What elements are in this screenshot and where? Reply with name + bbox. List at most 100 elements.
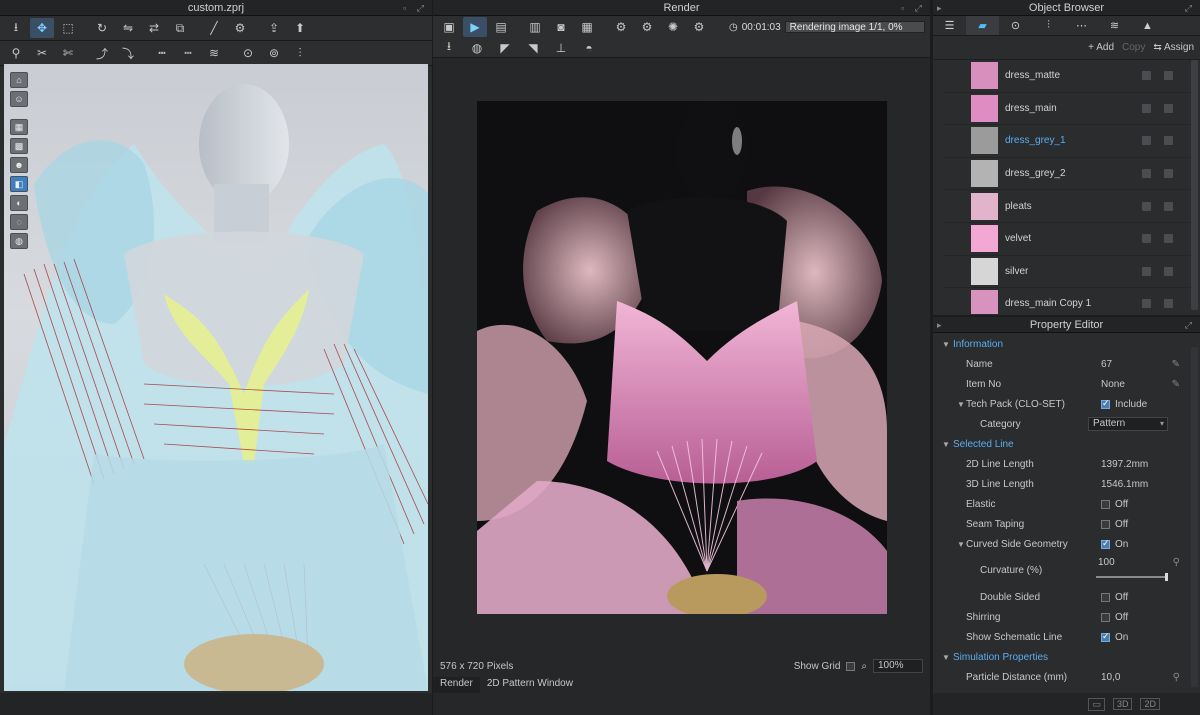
- material-lock-icon[interactable]: [1142, 266, 1151, 276]
- material-lock-icon[interactable]: [1142, 169, 1151, 179]
- render-mode-icon[interactable]: ◧: [10, 176, 28, 192]
- tab-zipper-icon[interactable]: ⫶: [1032, 16, 1065, 35]
- material-visibility-icon[interactable]: [1164, 169, 1173, 179]
- xray-icon[interactable]: ◌: [10, 214, 28, 230]
- spotlight-icon[interactable]: ◤: [493, 38, 517, 58]
- rotate-icon[interactable]: ↻: [90, 18, 114, 38]
- film-icon[interactable]: ▣: [437, 17, 461, 37]
- window-controls[interactable]: ⤢: [1185, 0, 1196, 16]
- tab-topstitch-icon[interactable]: ⋯: [1065, 16, 1098, 35]
- select-box-icon[interactable]: ⬚: [56, 18, 80, 38]
- tab-button-icon[interactable]: ⊙: [999, 16, 1032, 35]
- item-no-value[interactable]: None: [1101, 379, 1125, 390]
- image-settings-icon[interactable]: ⚙: [609, 17, 633, 37]
- name-value[interactable]: 67: [1101, 359, 1112, 370]
- window-controls[interactable]: ▫ ⤢: [403, 0, 428, 16]
- 3d-viewport[interactable]: ⌂ ☺ ▦ ▩ ☻ ◧ ◐ ◌ ◍: [4, 64, 428, 691]
- texture-icon[interactable]: ▦: [10, 119, 28, 135]
- material-row[interactable]: dress_grey_1: [943, 125, 1195, 158]
- material-visibility-icon[interactable]: [1164, 201, 1173, 211]
- material-lock-icon[interactable]: [1142, 234, 1151, 244]
- pencil-icon[interactable]: ✎: [1172, 379, 1180, 390]
- material-list-scrollbar[interactable]: [1191, 60, 1198, 310]
- zipper-icon[interactable]: ⫶: [288, 43, 312, 63]
- copy-icon[interactable]: ⧉: [168, 18, 192, 38]
- section-simulation-properties[interactable]: ▼ Simulation Properties: [933, 647, 1200, 667]
- line-tool-icon[interactable]: ╱: [202, 18, 226, 38]
- view-home-icon[interactable]: ⌂: [10, 72, 28, 88]
- shadow-icon[interactable]: ◐: [10, 195, 28, 211]
- mirror-icon[interactable]: ⇄: [142, 18, 166, 38]
- material-visibility-icon[interactable]: [1164, 71, 1173, 81]
- material-row[interactable]: dress_matte: [943, 60, 1195, 93]
- stitch2-icon[interactable]: ┉: [176, 43, 200, 63]
- expand-arrow-icon[interactable]: ▼: [957, 400, 965, 409]
- sewing-icon[interactable]: ✂: [30, 43, 54, 63]
- seam-taping-checkbox[interactable]: [1101, 519, 1110, 529]
- material-visibility-icon[interactable]: [1164, 299, 1173, 309]
- sphere-icon[interactable]: ◍: [465, 38, 489, 58]
- include-checkbox[interactable]: [1101, 398, 1110, 409]
- zoom-input[interactable]: 100%: [873, 659, 923, 673]
- curvature-slider-knob[interactable]: [1165, 573, 1168, 581]
- material-visibility-icon[interactable]: [1164, 103, 1173, 113]
- section-selected-line[interactable]: ▼ Selected Line: [933, 434, 1200, 454]
- tab-2d-pattern-window[interactable]: 2D Pattern Window: [480, 677, 580, 693]
- shirring-checkbox[interactable]: [1101, 612, 1110, 622]
- assign-button[interactable]: ⇆ Assign: [1153, 42, 1194, 53]
- material-row[interactable]: dress_main: [943, 93, 1195, 126]
- material-lock-icon[interactable]: [1142, 103, 1151, 113]
- light-settings-icon[interactable]: ✺: [661, 17, 685, 37]
- view-3d-button[interactable]: 3D: [1112, 698, 1133, 710]
- expand-arrow-icon[interactable]: ▼: [957, 540, 965, 549]
- layout-icon[interactable]: ▭: [1088, 697, 1105, 711]
- material-visibility-icon[interactable]: [1164, 136, 1173, 146]
- mesh-icon[interactable]: ▩: [10, 138, 28, 154]
- material-visibility-icon[interactable]: [1164, 266, 1173, 276]
- section-information[interactable]: ▼ Information: [933, 334, 1200, 354]
- stand-icon[interactable]: ⊥: [549, 38, 573, 58]
- stitch-icon[interactable]: ┅: [150, 43, 174, 63]
- tab-graphic-icon[interactable]: ▲: [1131, 16, 1164, 35]
- tab-render[interactable]: Render: [433, 677, 480, 693]
- export-icon[interactable]: ⇪: [262, 18, 286, 38]
- view-2d-button[interactable]: 2D: [1140, 698, 1160, 710]
- schematic-checkbox[interactable]: [1101, 631, 1110, 642]
- upload-icon[interactable]: ⬆: [288, 18, 312, 38]
- gear-icon[interactable]: ⚙: [228, 18, 252, 38]
- window-controls[interactable]: ▫ ⤢: [901, 0, 926, 16]
- material-row[interactable]: pleats: [943, 190, 1195, 223]
- show-grid-checkbox[interactable]: [846, 661, 856, 671]
- camera-settings-icon[interactable]: ⚙: [635, 17, 659, 37]
- fold2-icon[interactable]: ⤵: [116, 43, 140, 63]
- material-lock-icon[interactable]: [1142, 201, 1151, 211]
- material-row[interactable]: dress_main Copy 1: [943, 288, 1195, 314]
- button-icon[interactable]: ⊙: [236, 43, 260, 63]
- pin-icon[interactable]: ⚲: [1173, 557, 1180, 568]
- add-button[interactable]: + Add: [1088, 42, 1114, 53]
- double-sided-checkbox[interactable]: [1101, 592, 1110, 602]
- material-visibility-icon[interactable]: [1164, 234, 1173, 244]
- material-lock-icon[interactable]: [1142, 299, 1151, 309]
- material-lock-icon[interactable]: [1142, 71, 1151, 81]
- buttonhole-icon[interactable]: ⊚: [262, 43, 286, 63]
- property-scrollbar[interactable]: [1191, 347, 1198, 687]
- curvature-slider[interactable]: [1096, 573, 1168, 581]
- pin-icon[interactable]: ⚲: [1173, 672, 1180, 683]
- move-icon[interactable]: ✥: [30, 18, 54, 38]
- puckering-icon[interactable]: ≋: [202, 43, 226, 63]
- tab-puckering-icon[interactable]: ≋: [1098, 16, 1131, 35]
- collapse-icon[interactable]: ▸: [937, 0, 942, 16]
- image-icon[interactable]: ▦: [575, 17, 599, 37]
- flip-icon[interactable]: ⇋: [116, 18, 140, 38]
- light-icon[interactable]: ◥: [521, 38, 545, 58]
- curvature-value[interactable]: 100: [1098, 557, 1115, 568]
- avatar-icon[interactable]: ☻: [10, 157, 28, 173]
- elastic-checkbox[interactable]: [1101, 499, 1110, 509]
- window-controls[interactable]: ⤢: [1185, 317, 1196, 333]
- play-render-icon[interactable]: ▶: [463, 17, 487, 37]
- view-avatar-icon[interactable]: ☺: [10, 91, 28, 107]
- category-select[interactable]: Pattern: [1088, 417, 1168, 431]
- pin-icon[interactable]: ⚲: [4, 43, 28, 63]
- material-row[interactable]: velvet: [943, 223, 1195, 256]
